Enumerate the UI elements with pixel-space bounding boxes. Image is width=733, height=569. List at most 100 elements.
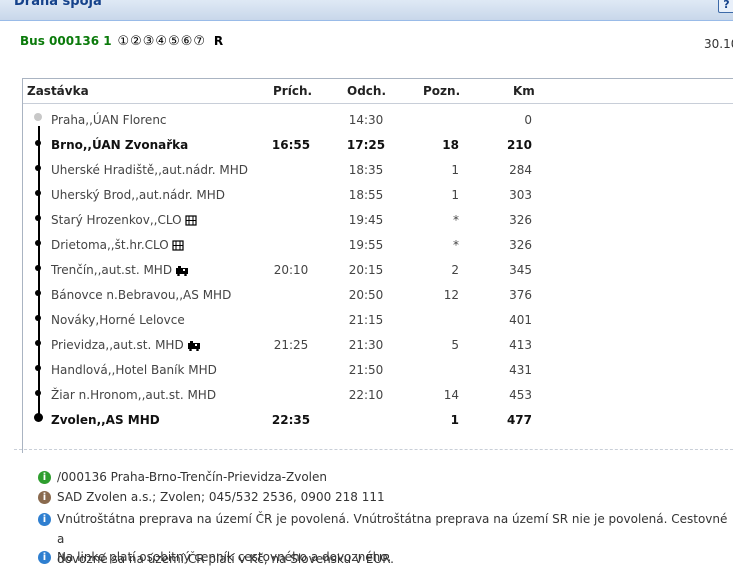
- stop-name: Uherský Brod,,aut.nádr. MHD: [51, 188, 225, 202]
- stop-name-text: Zvolen,,AS MHD: [51, 413, 160, 427]
- info-text: /000136 Praha-Brno-Trenčín-Prievidza-Zvo…: [57, 467, 327, 487]
- note-value: 18: [442, 138, 459, 152]
- km-value: 303: [509, 188, 532, 202]
- note-value: 1: [451, 188, 459, 202]
- table-row: Drietoma,,št.hr.CLO 19:55 * 326: [24, 232, 733, 257]
- stop-name: Prievidza,,aut.st. MHD: [51, 338, 202, 352]
- header-arrival: Prích.: [273, 84, 313, 98]
- info-line: Vnútroštátna preprava na území ČR je pov…: [57, 512, 728, 546]
- table-row: Uherské Hradiště,,aut.nádr. MHD 18:35 1 284: [24, 157, 733, 182]
- note-value: 1: [450, 413, 459, 427]
- departure-time: 21:15: [348, 313, 384, 327]
- info-brown-icon: i: [38, 491, 51, 504]
- window-titlebar: Dráha spoja ?: [0, 0, 733, 21]
- table-row: Bánovce n.Bebravou,,AS MHD 20:50 12 376: [24, 282, 733, 307]
- divider: [14, 449, 733, 450]
- info-blue-icon: i: [38, 513, 51, 526]
- stop-name-text: Prievidza,,aut.st. MHD: [51, 338, 184, 352]
- info-line: /000136 Praha-Brno-Trenčín-Prievidza-Zvo…: [57, 470, 327, 484]
- table-row: Praha,,ÚAN Florenc 14:30 0: [24, 107, 733, 132]
- info-blue-icon: i: [38, 551, 51, 564]
- table-header: Zastávka Prích. Odch. Pozn. Km: [23, 79, 733, 104]
- note-value: 14: [443, 388, 459, 402]
- table-row: Brno,,ÚAN Zvonařka 16:55 17:25 18 210: [24, 132, 733, 157]
- departure-time: 18:55: [348, 188, 384, 202]
- connection-header: Bus 000136 1 ①②③④⑤⑥⑦ R: [20, 34, 223, 54]
- station-building-icon: [176, 266, 189, 276]
- header-km: Km: [513, 84, 535, 98]
- connection-date: 30.10: [704, 37, 733, 51]
- stop-name-text: Brno,,ÚAN Zvonařka: [51, 138, 189, 152]
- stop-marker: [34, 413, 43, 422]
- info-green-icon: i: [38, 471, 51, 484]
- border-crossing-icon: [172, 240, 184, 251]
- km-value: 284: [509, 163, 532, 177]
- km-value: 401: [509, 313, 532, 327]
- stop-name: Zvolen,,AS MHD: [51, 413, 160, 427]
- departure-time: 18:35: [348, 163, 384, 177]
- table-row: Starý Hrozenkov,,CLO 19:45 * 326: [24, 207, 733, 232]
- stop-name-text: Bánovce n.Bebravou,,AS MHD: [51, 288, 232, 302]
- info-text: Na linke platí osobitný cenník cestovnéh…: [57, 547, 391, 567]
- departure-time: 21:50: [348, 363, 384, 377]
- note-value: *: [453, 213, 459, 227]
- stop-name: Drietoma,,št.hr.CLO: [51, 238, 184, 252]
- km-value: 413: [509, 338, 532, 352]
- stop-marker: [35, 265, 41, 271]
- stop-marker: [35, 190, 41, 196]
- stop-name: Starý Hrozenkov,,CLO: [51, 213, 197, 227]
- stop-name-text: Uherské Hradiště,,aut.nádr. MHD: [51, 163, 249, 177]
- stop-name: Trenčín,,aut.st. MHD: [51, 263, 190, 277]
- stop-name-text: Praha,,ÚAN Florenc: [51, 113, 167, 127]
- info-line: Na linke platí osobitný cenník cestovnéh…: [57, 550, 392, 564]
- info-text: SAD Zvolen a.s.; Zvolen; 045/532 2536, 0…: [57, 487, 385, 507]
- arrival-time: 22:35: [271, 413, 311, 427]
- stop-marker: [35, 240, 41, 246]
- km-value: 0: [524, 113, 532, 127]
- stop-name-text: Handlová,,Hotel Baník MHD: [51, 363, 217, 377]
- note-value: 1: [451, 163, 459, 177]
- stop-marker: [35, 140, 41, 146]
- stop-name: Nováky,Horné Lelovce: [51, 313, 185, 327]
- day-symbols: ①②③④⑤⑥⑦: [117, 34, 207, 49]
- table-row: Prievidza,,aut.st. MHD 21:25 21:30 5 413: [24, 332, 733, 357]
- info-line: SAD Zvolen a.s.; Zvolen; 045/532 2536, 0…: [57, 490, 385, 504]
- stop-marker: [35, 165, 41, 171]
- departure-time: 17:25: [346, 138, 386, 152]
- stop-marker: [35, 315, 41, 321]
- km-value: 431: [509, 363, 532, 377]
- stop-marker: [35, 290, 41, 296]
- km-value: 453: [509, 388, 532, 402]
- arrival-time: 21:25: [273, 338, 309, 352]
- departure-time: 20:15: [348, 263, 384, 277]
- departure-time: 19:45: [348, 213, 384, 227]
- departure-time: 19:55: [348, 238, 384, 252]
- departure-time: 21:30: [348, 338, 384, 352]
- km-value: 376: [509, 288, 532, 302]
- stop-name-text: Starý Hrozenkov,,CLO: [51, 213, 182, 227]
- stop-name: Brno,,ÚAN Zvonařka: [51, 138, 188, 152]
- header-stop: Zastávka: [27, 84, 89, 98]
- km-value: 477: [506, 413, 532, 427]
- stop-name-text: Nováky,Horné Lelovce: [51, 313, 185, 327]
- stop-name: Bánovce n.Bebravou,,AS MHD: [51, 288, 231, 302]
- bus-label: Bus 000136 1: [20, 34, 112, 48]
- stop-marker: [35, 365, 41, 371]
- stop-name: Žiar n.Hronom,,aut.st. MHD: [51, 388, 216, 402]
- stop-name: Uherské Hradiště,,aut.nádr. MHD: [51, 163, 248, 177]
- r-label: R: [213, 34, 224, 48]
- stop-name: Handlová,,Hotel Baník MHD: [51, 363, 217, 377]
- header-note: Pozn.: [423, 84, 461, 98]
- stop-name: Praha,,ÚAN Florenc: [51, 113, 167, 127]
- border-crossing-icon: [184, 215, 197, 226]
- note-value: 5: [451, 338, 459, 352]
- stop-marker: [35, 340, 41, 346]
- stop-name-text: Drietoma,,št.hr.CLO: [51, 238, 169, 252]
- arrival-time: 20:10: [273, 263, 309, 277]
- departure-time: 20:50: [348, 288, 384, 302]
- note-value: 12: [443, 288, 459, 302]
- table-row: Handlová,,Hotel Baník MHD 21:50 431: [24, 357, 733, 382]
- table-row: Nováky,Horné Lelovce 21:15 401: [24, 307, 733, 332]
- help-button[interactable]: ?: [718, 0, 733, 13]
- km-value: 326: [509, 213, 532, 227]
